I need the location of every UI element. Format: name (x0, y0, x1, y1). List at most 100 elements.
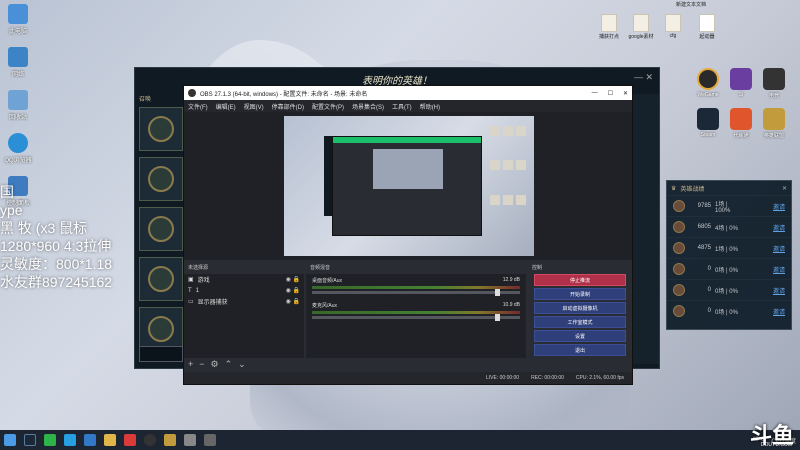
chat-input[interactable] (139, 346, 183, 362)
desktop-icon-network[interactable]: 网络 (2, 47, 34, 89)
obs-menubar: 文件(F) 编辑(E) 视图(V) 停靠部件(D) 配置文件(P) 场景集合(S… (184, 100, 632, 112)
obs-titlebar[interactable]: OBS 27.1.3 (64-bit, windows) - 配置文件: 未命名… (184, 86, 632, 100)
desktop-app-si[interactable]: SI (726, 68, 756, 98)
obs-preview-area (184, 112, 632, 260)
game-right-panel (633, 94, 659, 364)
close-icon[interactable]: ✕ (623, 90, 628, 97)
si-icon (730, 68, 752, 90)
lol-icon[interactable] (164, 434, 176, 446)
desktop-file[interactable]: 起动器 (694, 14, 720, 40)
invite-link[interactable]: 邀请 (773, 307, 785, 316)
obs-preview[interactable] (284, 116, 534, 256)
avatar (673, 242, 685, 254)
start-icon[interactable] (4, 434, 16, 446)
source-item[interactable]: T 1 ◉ 🔒 (184, 285, 304, 296)
mixer-body: 桌面音频/Aux 12.9 dB 麦克风/Aux 10.9 dB (306, 274, 526, 358)
volume-slider[interactable] (312, 289, 520, 296)
folder-icon (665, 14, 681, 32)
remove-icon[interactable]: − (199, 359, 204, 370)
obs-icon[interactable] (144, 434, 156, 446)
gear-icon[interactable]: ⚙ (211, 359, 219, 370)
summoner-tab[interactable]: 召唤 (139, 94, 183, 103)
desktop-file[interactable]: google素材 (628, 14, 654, 40)
desktop-file[interactable]: cfg (660, 14, 686, 39)
volume-slider[interactable] (312, 314, 520, 321)
slider-handle[interactable] (495, 314, 500, 321)
desktop-file[interactable]: 捕获打点 (596, 14, 622, 40)
menu-scene-collection[interactable]: 场景集合(S) (352, 102, 384, 111)
chevron-down-icon[interactable]: ⌄ (238, 359, 246, 370)
menu-edit[interactable]: 编辑(E) (216, 102, 236, 111)
invite-link[interactable]: 邀请 (773, 286, 785, 295)
obs-window: OBS 27.1.3 (64-bit, windows) - 配置文件: 未命名… (183, 85, 633, 385)
dock-header: 音频混音 (310, 265, 331, 271)
window-controls[interactable]: — ✕ (634, 72, 653, 83)
settings-button[interactable]: 设置 (534, 330, 626, 342)
add-icon[interactable]: + (188, 359, 193, 370)
audio-mixer-dock: 音频混音 桌面音频/Aux 12.9 dB 麦克风/Aux 10.9 dB (306, 262, 526, 372)
trophy-icon: ♛ (671, 185, 677, 192)
hero-slot[interactable]: 打野 (139, 157, 196, 201)
exit-button[interactable]: 退出 (534, 344, 626, 356)
stop-streaming-button[interactable]: 停止推流 (534, 274, 626, 286)
slider-handle[interactable] (495, 289, 500, 296)
controls-dock: 控制 停止推流 开始录制 启动虚拟摄像机 工作室模式 设置 退出 (528, 262, 632, 372)
desktop-app-dailian[interactable]: 代练通 (726, 108, 756, 139)
menu-docks[interactable]: 停靠部件(D) (272, 102, 304, 111)
close-icon[interactable]: ✕ (782, 185, 787, 192)
desktop-app-esports[interactable]: 电竞 (759, 68, 789, 99)
volume-meter (312, 286, 520, 289)
app-icon[interactable] (184, 434, 196, 446)
source-item[interactable]: ▣ 游戏 ◉ 🔒 (184, 274, 304, 285)
desktop-icon-this-pc[interactable]: 此电脑 (2, 4, 34, 46)
netease-icon[interactable] (124, 434, 136, 446)
maximize-icon[interactable]: ☐ (608, 90, 613, 97)
hero-slot[interactable]: 辅助 (139, 207, 196, 251)
source-item[interactable]: ▭ 显示器捕获 ◉ 🔒 (184, 296, 304, 307)
window-controls[interactable]: — ☐ ✕ (592, 90, 628, 97)
steam-icon[interactable] (24, 434, 36, 446)
hero-slot[interactable]: 上单 (139, 257, 196, 301)
virtual-camera-button[interactable]: 启动虚拟摄像机 (534, 302, 626, 314)
document-icon (699, 14, 715, 32)
browser-icon[interactable] (84, 434, 96, 446)
nested-obs-preview (332, 136, 482, 236)
menu-view[interactable]: 视图(V) (244, 102, 264, 111)
studio-mode-button[interactable]: 工作室模式 (534, 316, 626, 328)
invite-link[interactable]: 邀请 (773, 202, 785, 211)
wegame-icon (697, 68, 719, 90)
folder-icon[interactable] (104, 434, 116, 446)
champion-icon (148, 166, 174, 192)
start-recording-button[interactable]: 开始录制 (534, 288, 626, 300)
menu-help[interactable]: 帮助(H) (420, 102, 440, 111)
avatar (673, 200, 685, 212)
menu-file[interactable]: 文件(F) (188, 102, 208, 111)
app-icon[interactable] (204, 434, 216, 446)
hero-slot[interactable]: 暴走 (139, 107, 196, 151)
hero-slot[interactable]: 中单 (139, 307, 196, 351)
invite-link[interactable]: 邀请 (773, 244, 785, 253)
sources-list: ▣ 游戏 ◉ 🔒 T 1 ◉ 🔒 ▭ 显示器捕获 ◉ 🔒 (184, 274, 304, 358)
minimize-icon[interactable]: — (592, 90, 598, 97)
visibility-icon[interactable]: ◉ 🔒 (286, 298, 300, 305)
desktop-app-steam[interactable]: Steam (693, 108, 723, 138)
chevron-up-icon[interactable]: ⌃ (225, 359, 233, 370)
menu-tools[interactable]: 工具(T) (392, 102, 412, 111)
sources-dock: 未选择源 ▣ 游戏 ◉ 🔒 T 1 ◉ 🔒 ▭ 显示器捕获 ◉ 🔒 + − ⚙ ⌃ ⌄ (184, 262, 304, 372)
wechat-icon[interactable] (44, 434, 56, 446)
taskbar: 49°C CPU温度 (0, 430, 800, 450)
desktop-icon-browser[interactable]: QQ浏览器 (2, 133, 34, 175)
steam-icon (697, 108, 719, 130)
invite-link[interactable]: 邀请 (773, 265, 785, 274)
nested-desktop-icons (490, 126, 528, 226)
desktop-app-lol[interactable]: 英雄联盟 (759, 108, 789, 139)
visibility-icon[interactable]: ◉ 🔒 (286, 276, 300, 283)
overlay-line: ype (0, 202, 23, 218)
visibility-icon[interactable]: ◉ 🔒 (286, 287, 300, 294)
invite-link[interactable]: 邀请 (773, 223, 785, 232)
menu-profile[interactable]: 配置文件(P) (312, 102, 344, 111)
desktop-app-wegame[interactable]: WeGame (693, 68, 723, 98)
desktop-file[interactable]: 新建文本文档 (676, 0, 706, 8)
desktop-icon-recycle-bin[interactable]: 回收站 (2, 90, 34, 132)
qq-icon[interactable] (64, 434, 76, 446)
